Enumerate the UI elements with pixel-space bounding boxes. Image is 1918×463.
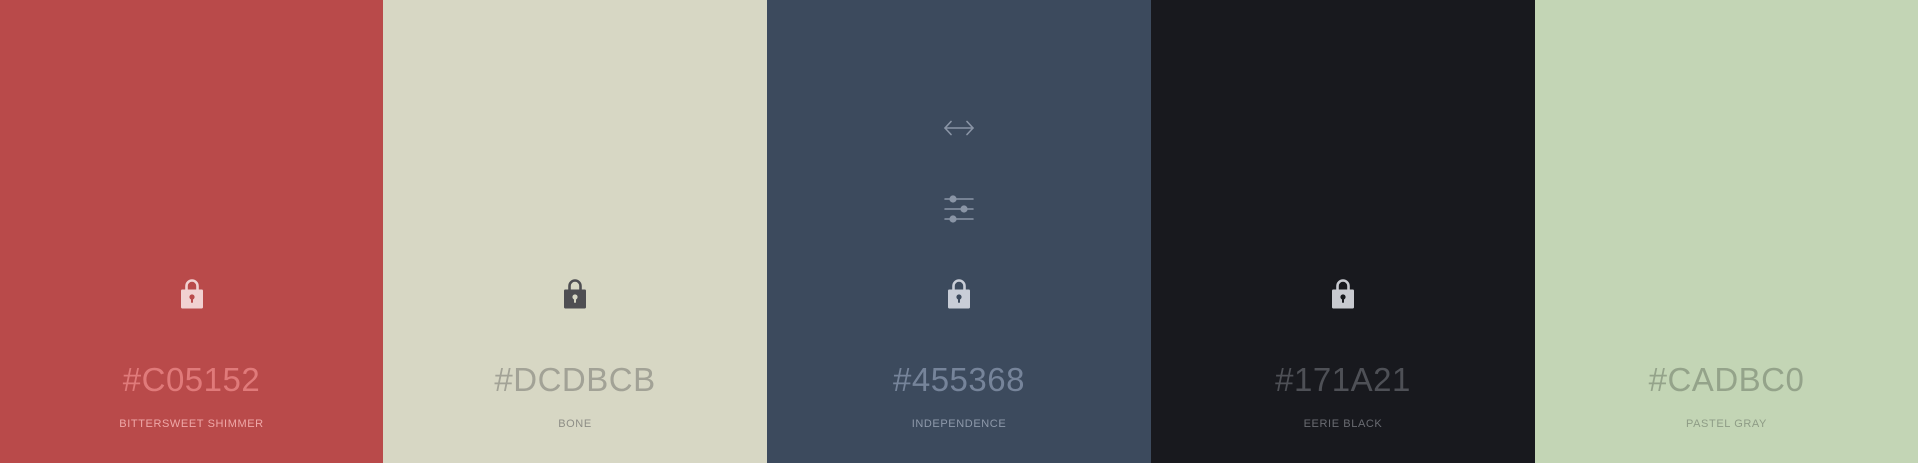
color-swatch-3[interactable]: #455368 INDEPENDENCE — [767, 0, 1151, 463]
color-swatch-4[interactable]: #171A21 EERIE BLACK — [1151, 0, 1535, 463]
hex-code[interactable]: #171A21 — [1151, 358, 1535, 402]
color-palette: #C05152 BITTERSWEET SHIMMER #DCDBCB BONE — [0, 0, 1918, 463]
hex-code[interactable]: #455368 — [767, 358, 1151, 402]
color-name: BONE — [558, 418, 592, 430]
hex-code[interactable]: #DCDBCB — [383, 358, 767, 402]
lock-icon[interactable] — [946, 277, 972, 310]
sliders-icon[interactable] — [944, 195, 974, 223]
lock-icon[interactable] — [1330, 277, 1356, 310]
color-name: INDEPENDENCE — [911, 418, 1007, 430]
expand-horizontal-icon[interactable] — [943, 118, 975, 138]
color-name: PASTEL GRAY — [1686, 418, 1767, 430]
lock-icon[interactable] — [562, 277, 588, 310]
color-swatch-1[interactable]: #C05152 BITTERSWEET SHIMMER — [0, 0, 383, 463]
lock-icon[interactable] — [179, 277, 205, 310]
hex-code[interactable]: #CADBC0 — [1535, 358, 1918, 402]
color-swatch-2[interactable]: #DCDBCB BONE — [383, 0, 767, 463]
color-swatch-5[interactable]: #CADBC0 PASTEL GRAY — [1535, 0, 1918, 463]
hex-code[interactable]: #C05152 — [0, 358, 383, 402]
color-name: EERIE BLACK — [1303, 418, 1383, 430]
color-name: BITTERSWEET SHIMMER — [119, 418, 264, 430]
